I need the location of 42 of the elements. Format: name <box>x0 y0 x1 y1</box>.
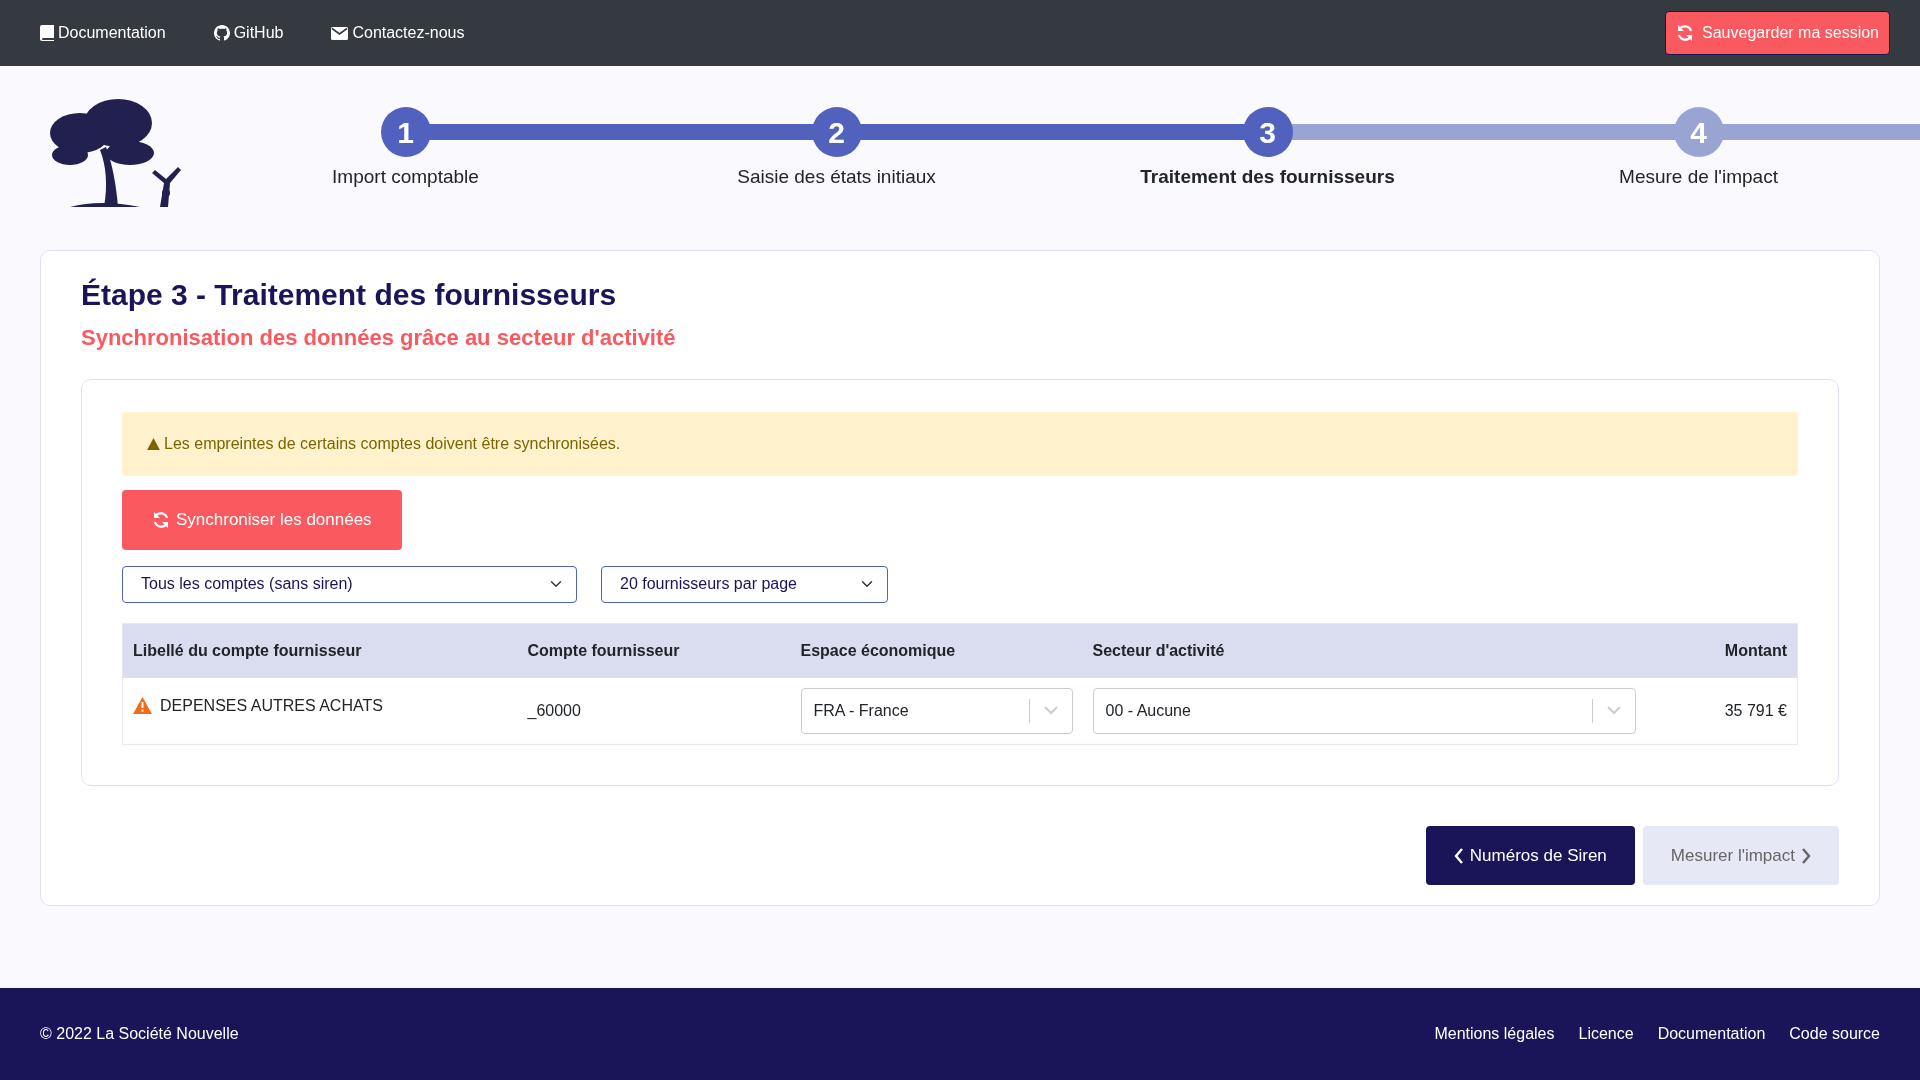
footer-link[interactable]: Code source <box>1789 1022 1880 1046</box>
sync-icon <box>1676 24 1694 42</box>
column-header: Libellé du compte fournisseur <box>122 623 518 678</box>
book-icon <box>40 25 54 41</box>
column-header: Compte fournisseur <box>517 623 791 678</box>
copyright-text: © 2022 La Société Nouvelle <box>40 1024 239 1044</box>
step-circle: 1 <box>380 107 431 158</box>
nav-link[interactable]: GitHub <box>213 21 284 45</box>
chevron-down-icon <box>1606 706 1621 716</box>
step-label: Mesure de l'impact <box>1619 165 1778 190</box>
nav-link[interactable]: Documentation <box>40 21 166 45</box>
chevron-down-icon <box>1043 706 1058 716</box>
previous-step-button[interactable]: Numéros de Siren <box>1425 825 1635 886</box>
step-circle: 4 <box>1673 107 1724 158</box>
section-subtitle: Synchronisation des données grâce au secteur d'activité <box>81 325 677 352</box>
step-label: Import comptable <box>332 165 479 190</box>
column-header: Secteur d'activité <box>1082 623 1646 678</box>
github-icon <box>213 25 230 41</box>
step-circle: 3 <box>1242 107 1293 158</box>
chevron-right-icon <box>1801 847 1811 864</box>
filter-select[interactable]: 20 fournisseurs par page <box>601 565 888 603</box>
chevron-left-icon <box>1453 847 1464 864</box>
sync-icon <box>152 511 170 530</box>
table-cell: _60000 <box>517 677 791 745</box>
dropdown-select[interactable]: FRA - France <box>800 687 1073 734</box>
nav-link[interactable]: Contactez-nous <box>331 21 465 45</box>
envelope-icon <box>331 26 349 40</box>
column-header: Espace économique <box>790 623 1083 678</box>
filter-select[interactable]: Tous les comptes (sans siren) <box>122 565 577 603</box>
step-label: Traitement des fournisseurs <box>1140 165 1395 190</box>
footer-link[interactable]: Mentions légales <box>1434 1022 1555 1046</box>
alert-text: Les empreintes de certains comptes doivent être synchronisées. <box>164 434 621 455</box>
step-label: Saisie des états initiaux <box>737 165 936 190</box>
footer-link[interactable]: Licence <box>1578 1022 1634 1046</box>
table-cell-text: DEPENSES AUTRES ACHATS <box>160 695 383 716</box>
step-circle: 2 <box>811 107 862 158</box>
step-title: Étape 3 - Traitement des fournisseurs <box>81 277 618 313</box>
table-cell: 35 791 € <box>1645 677 1798 745</box>
footer-link[interactable]: Documentation <box>1657 1022 1766 1046</box>
warning-icon <box>147 438 160 451</box>
dropdown-select[interactable]: 00 - Aucune <box>1092 687 1636 734</box>
column-header: Montant <box>1645 623 1798 678</box>
